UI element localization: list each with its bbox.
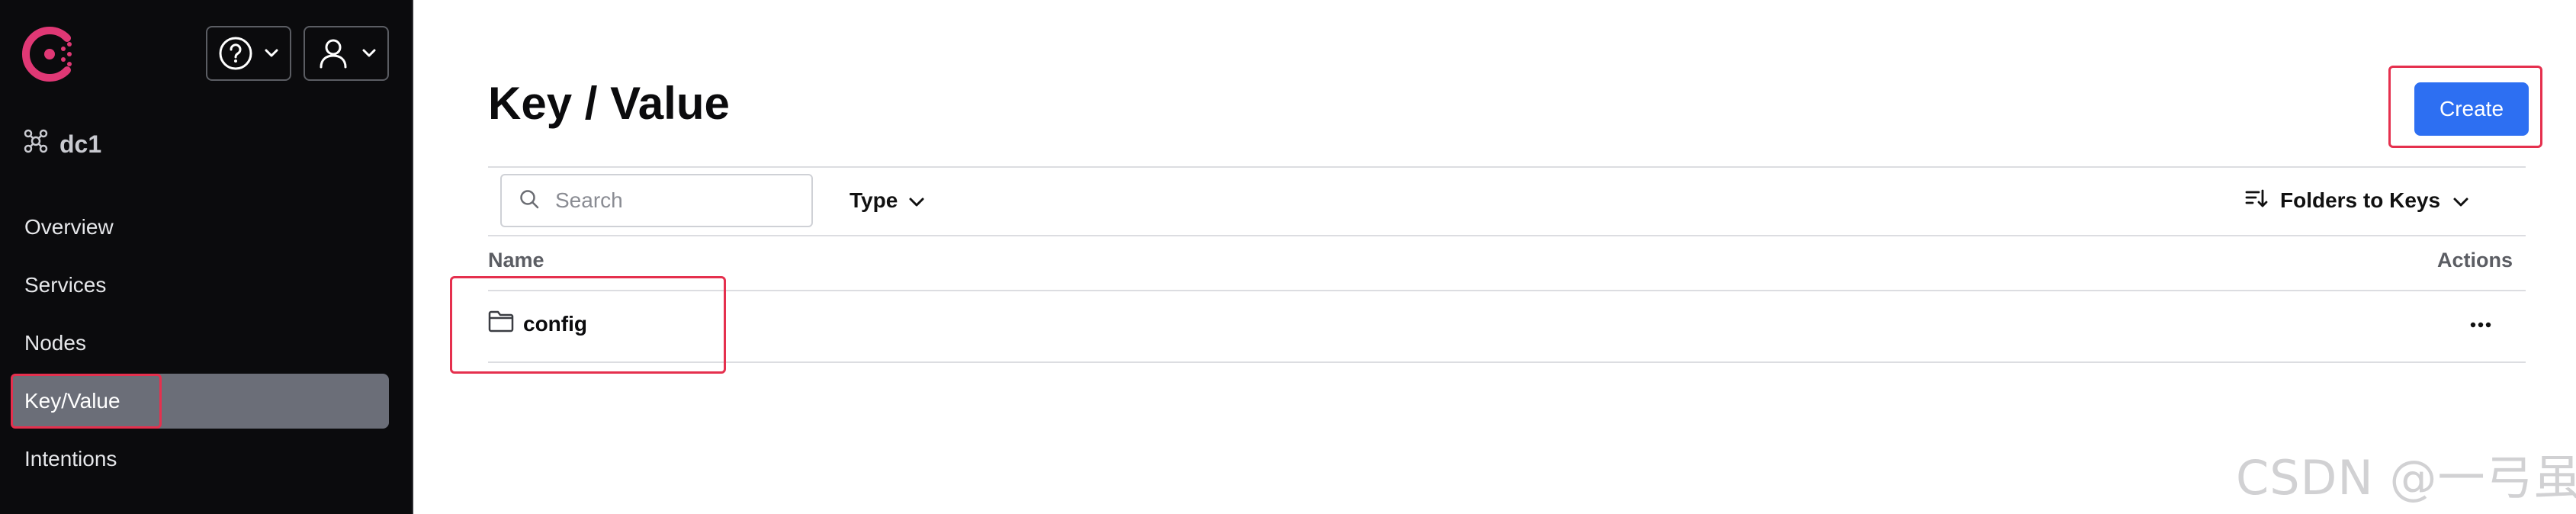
- divider: [488, 290, 2526, 291]
- chevron-down-icon: [2452, 188, 2469, 213]
- column-header-actions: Actions: [2437, 249, 2513, 271]
- more-horizontal-icon: [2469, 319, 2492, 332]
- sidebar-item-key-value[interactable]: Key/Value: [11, 374, 389, 429]
- chevron-down-icon: [361, 48, 377, 59]
- sidebar: dc1 Overview Services Nodes Key/Value In…: [0, 0, 413, 514]
- chevron-down-icon: [264, 48, 279, 59]
- datacenter-name: dc1: [59, 130, 102, 158]
- sort-dropdown[interactable]: Folders to Keys: [2245, 183, 2469, 218]
- type-filter-dropdown[interactable]: Type: [850, 183, 925, 218]
- table-row[interactable]: config: [488, 293, 2526, 361]
- search-icon: [519, 188, 540, 214]
- user-menu-button[interactable]: [304, 26, 389, 81]
- sidebar-item-overview[interactable]: Overview: [11, 200, 389, 255]
- consul-logo-icon[interactable]: [21, 26, 78, 82]
- datacenter-icon: [23, 128, 49, 160]
- divider: [488, 166, 2526, 168]
- datacenter-selector[interactable]: dc1: [23, 128, 101, 160]
- search-input[interactable]: [554, 188, 801, 214]
- user-icon: [316, 36, 351, 71]
- sort-label: Folders to Keys: [2280, 188, 2441, 212]
- search-field[interactable]: [500, 174, 813, 227]
- divider: [488, 235, 2526, 236]
- sidebar-item-label: Key/Value: [24, 389, 120, 413]
- type-filter-label: Type: [850, 188, 898, 212]
- column-header-name[interactable]: Name: [488, 249, 544, 272]
- sidebar-item-label: Overview: [24, 215, 114, 239]
- help-circle-icon: [218, 36, 253, 71]
- sidebar-item-intentions[interactable]: Intentions: [11, 432, 389, 487]
- row-actions-button[interactable]: [2462, 307, 2500, 345]
- page-title: Key / Value: [488, 78, 730, 129]
- chevron-down-icon: [908, 188, 925, 213]
- help-menu-button[interactable]: [206, 26, 291, 81]
- divider: [488, 361, 2526, 363]
- sidebar-item-label: Services: [24, 273, 107, 297]
- sidebar-item-services[interactable]: Services: [11, 258, 389, 313]
- sort-icon: [2245, 188, 2268, 214]
- sidebar-item-nodes[interactable]: Nodes: [11, 316, 389, 371]
- sidebar-item-label: Nodes: [24, 331, 86, 355]
- row-name-label[interactable]: config: [523, 312, 587, 336]
- sidebar-item-label: Intentions: [24, 447, 117, 471]
- create-button[interactable]: Create: [2414, 82, 2529, 136]
- row-name-cell[interactable]: config: [488, 310, 587, 338]
- folder-icon: [488, 310, 514, 338]
- watermark: CSDN @一弓虽: [2236, 450, 2576, 506]
